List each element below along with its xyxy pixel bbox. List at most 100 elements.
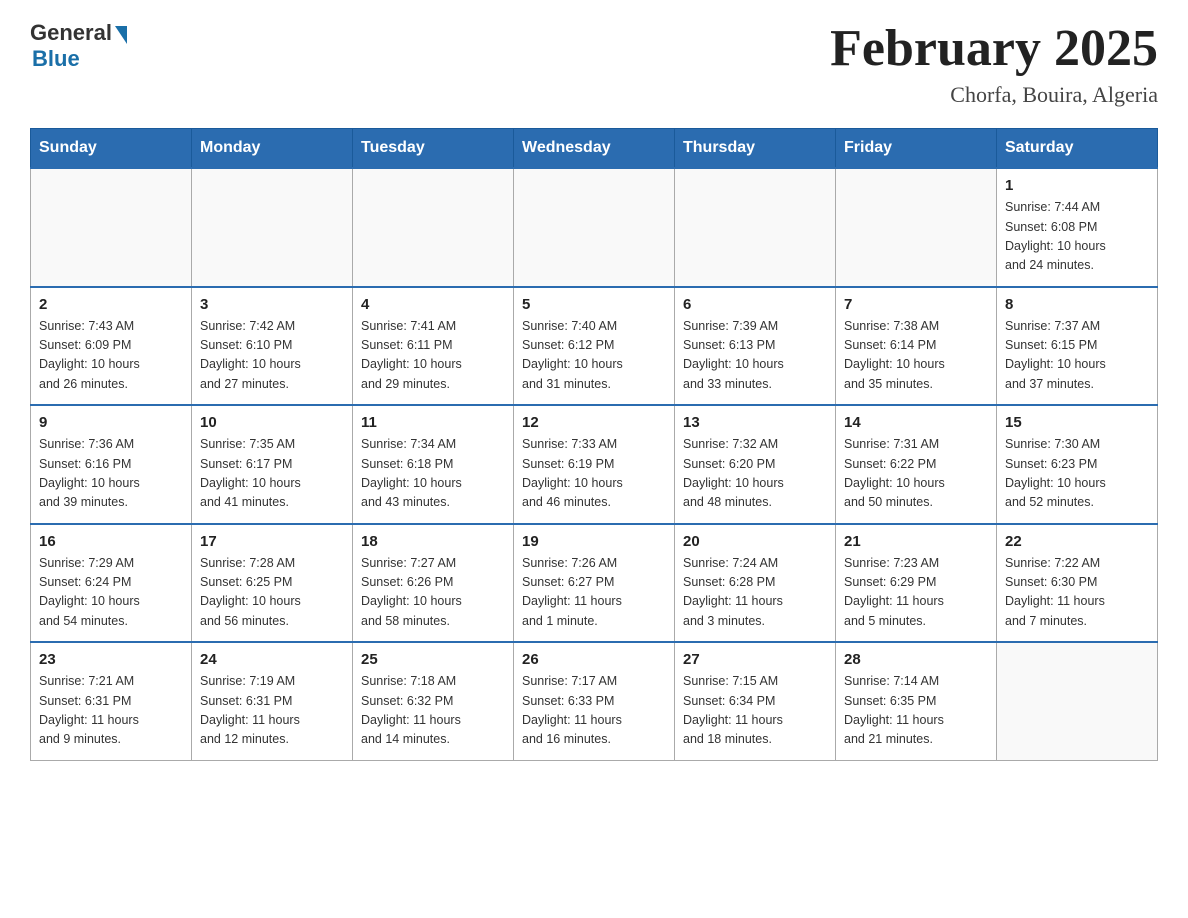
day-number: 18 [361, 533, 505, 550]
calendar-cell: 1 Sunrise: 7:44 AMSunset: 6:08 PMDaylight… [997, 168, 1158, 287]
day-number: 22 [1005, 533, 1149, 550]
location: Chorfa, Bouira, Algeria [830, 82, 1158, 108]
calendar-cell: 7 Sunrise: 7:38 AMSunset: 6:14 PMDaylight… [836, 287, 997, 406]
day-number: 13 [683, 414, 827, 431]
day-number: 3 [200, 296, 344, 313]
day-info: Sunrise: 7:31 AMSunset: 6:22 PMDaylight:… [844, 435, 988, 513]
calendar-cell [353, 168, 514, 287]
calendar-cell: 23 Sunrise: 7:21 AMSunset: 6:31 PMDayligh… [31, 642, 192, 760]
weekday-header-tuesday: Tuesday [353, 129, 514, 169]
day-info: Sunrise: 7:28 AMSunset: 6:25 PMDaylight:… [200, 554, 344, 632]
day-number: 17 [200, 533, 344, 550]
day-info: Sunrise: 7:23 AMSunset: 6:29 PMDaylight:… [844, 554, 988, 632]
day-number: 23 [39, 651, 183, 668]
weekday-header-sunday: Sunday [31, 129, 192, 169]
day-info: Sunrise: 7:40 AMSunset: 6:12 PMDaylight:… [522, 317, 666, 395]
day-number: 9 [39, 414, 183, 431]
calendar-cell [675, 168, 836, 287]
day-info: Sunrise: 7:30 AMSunset: 6:23 PMDaylight:… [1005, 435, 1149, 513]
day-info: Sunrise: 7:33 AMSunset: 6:19 PMDaylight:… [522, 435, 666, 513]
week-row-3: 9 Sunrise: 7:36 AMSunset: 6:16 PMDaylight… [31, 405, 1158, 524]
week-row-2: 2 Sunrise: 7:43 AMSunset: 6:09 PMDaylight… [31, 287, 1158, 406]
calendar-cell: 18 Sunrise: 7:27 AMSunset: 6:26 PMDayligh… [353, 524, 514, 643]
day-info: Sunrise: 7:39 AMSunset: 6:13 PMDaylight:… [683, 317, 827, 395]
day-number: 15 [1005, 414, 1149, 431]
calendar-cell: 17 Sunrise: 7:28 AMSunset: 6:25 PMDayligh… [192, 524, 353, 643]
calendar-cell [836, 168, 997, 287]
calendar-cell: 6 Sunrise: 7:39 AMSunset: 6:13 PMDaylight… [675, 287, 836, 406]
calendar-cell: 2 Sunrise: 7:43 AMSunset: 6:09 PMDaylight… [31, 287, 192, 406]
day-info: Sunrise: 7:41 AMSunset: 6:11 PMDaylight:… [361, 317, 505, 395]
day-info: Sunrise: 7:26 AMSunset: 6:27 PMDaylight:… [522, 554, 666, 632]
day-info: Sunrise: 7:14 AMSunset: 6:35 PMDaylight:… [844, 672, 988, 750]
day-info: Sunrise: 7:32 AMSunset: 6:20 PMDaylight:… [683, 435, 827, 513]
weekday-header-friday: Friday [836, 129, 997, 169]
day-number: 21 [844, 533, 988, 550]
day-info: Sunrise: 7:19 AMSunset: 6:31 PMDaylight:… [200, 672, 344, 750]
logo-general-text: General [30, 20, 112, 46]
day-number: 5 [522, 296, 666, 313]
calendar-cell: 5 Sunrise: 7:40 AMSunset: 6:12 PMDaylight… [514, 287, 675, 406]
title-section: February 2025 Chorfa, Bouira, Algeria [830, 20, 1158, 108]
day-number: 28 [844, 651, 988, 668]
day-info: Sunrise: 7:21 AMSunset: 6:31 PMDaylight:… [39, 672, 183, 750]
day-info: Sunrise: 7:17 AMSunset: 6:33 PMDaylight:… [522, 672, 666, 750]
week-row-5: 23 Sunrise: 7:21 AMSunset: 6:31 PMDayligh… [31, 642, 1158, 760]
calendar-cell: 13 Sunrise: 7:32 AMSunset: 6:20 PMDayligh… [675, 405, 836, 524]
calendar-table: SundayMondayTuesdayWednesdayThursdayFrid… [30, 128, 1158, 761]
day-info: Sunrise: 7:43 AMSunset: 6:09 PMDaylight:… [39, 317, 183, 395]
day-info: Sunrise: 7:27 AMSunset: 6:26 PMDaylight:… [361, 554, 505, 632]
day-number: 26 [522, 651, 666, 668]
logo-arrow-icon [115, 26, 127, 44]
day-number: 1 [1005, 177, 1149, 194]
calendar-cell: 27 Sunrise: 7:15 AMSunset: 6:34 PMDayligh… [675, 642, 836, 760]
day-info: Sunrise: 7:42 AMSunset: 6:10 PMDaylight:… [200, 317, 344, 395]
day-number: 7 [844, 296, 988, 313]
day-number: 14 [844, 414, 988, 431]
calendar-cell: 15 Sunrise: 7:30 AMSunset: 6:23 PMDayligh… [997, 405, 1158, 524]
day-number: 24 [200, 651, 344, 668]
day-number: 16 [39, 533, 183, 550]
calendar-cell: 28 Sunrise: 7:14 AMSunset: 6:35 PMDayligh… [836, 642, 997, 760]
calendar-cell: 3 Sunrise: 7:42 AMSunset: 6:10 PMDaylight… [192, 287, 353, 406]
calendar-cell [31, 168, 192, 287]
logo-blue-text: Blue [32, 46, 80, 72]
day-number: 27 [683, 651, 827, 668]
calendar-cell: 26 Sunrise: 7:17 AMSunset: 6:33 PMDayligh… [514, 642, 675, 760]
week-row-1: 1 Sunrise: 7:44 AMSunset: 6:08 PMDaylight… [31, 168, 1158, 287]
calendar-cell [192, 168, 353, 287]
day-info: Sunrise: 7:44 AMSunset: 6:08 PMDaylight:… [1005, 198, 1149, 276]
calendar-cell [997, 642, 1158, 760]
weekday-header-thursday: Thursday [675, 129, 836, 169]
weekday-header-wednesday: Wednesday [514, 129, 675, 169]
calendar-cell: 10Sunrise: 7:35 AMSunset: 6:17 PMDayligh… [192, 405, 353, 524]
calendar-cell: 20 Sunrise: 7:24 AMSunset: 6:28 PMDayligh… [675, 524, 836, 643]
day-number: 19 [522, 533, 666, 550]
day-info: Sunrise: 7:22 AMSunset: 6:30 PMDaylight:… [1005, 554, 1149, 632]
calendar-cell: 4Sunrise: 7:41 AMSunset: 6:11 PMDaylight… [353, 287, 514, 406]
calendar-cell [514, 168, 675, 287]
calendar-cell: 22 Sunrise: 7:22 AMSunset: 6:30 PMDayligh… [997, 524, 1158, 643]
day-info: Sunrise: 7:36 AMSunset: 6:16 PMDaylight:… [39, 435, 183, 513]
day-number: 20 [683, 533, 827, 550]
day-number: 8 [1005, 296, 1149, 313]
day-info: Sunrise: 7:15 AMSunset: 6:34 PMDaylight:… [683, 672, 827, 750]
weekday-header-row: SundayMondayTuesdayWednesdayThursdayFrid… [31, 129, 1158, 169]
day-info: Sunrise: 7:37 AMSunset: 6:15 PMDaylight:… [1005, 317, 1149, 395]
calendar-cell: 12 Sunrise: 7:33 AMSunset: 6:19 PMDayligh… [514, 405, 675, 524]
day-info: Sunrise: 7:29 AMSunset: 6:24 PMDaylight:… [39, 554, 183, 632]
page-header: General Blue February 2025 Chorfa, Bouir… [30, 20, 1158, 108]
weekday-header-saturday: Saturday [997, 129, 1158, 169]
day-number: 11 [361, 414, 505, 431]
calendar-cell: 21 Sunrise: 7:23 AMSunset: 6:29 PMDayligh… [836, 524, 997, 643]
day-info: Sunrise: 7:24 AMSunset: 6:28 PMDaylight:… [683, 554, 827, 632]
calendar-cell: 16 Sunrise: 7:29 AMSunset: 6:24 PMDayligh… [31, 524, 192, 643]
day-number: 2 [39, 296, 183, 313]
day-number: 12 [522, 414, 666, 431]
weekday-header-monday: Monday [192, 129, 353, 169]
day-info: Sunrise: 7:38 AMSunset: 6:14 PMDaylight:… [844, 317, 988, 395]
day-info: Sunrise: 7:34 AMSunset: 6:18 PMDaylight:… [361, 435, 505, 513]
day-number: 6 [683, 296, 827, 313]
calendar-cell: 19 Sunrise: 7:26 AMSunset: 6:27 PMDayligh… [514, 524, 675, 643]
calendar-cell: 14 Sunrise: 7:31 AMSunset: 6:22 PMDayligh… [836, 405, 997, 524]
